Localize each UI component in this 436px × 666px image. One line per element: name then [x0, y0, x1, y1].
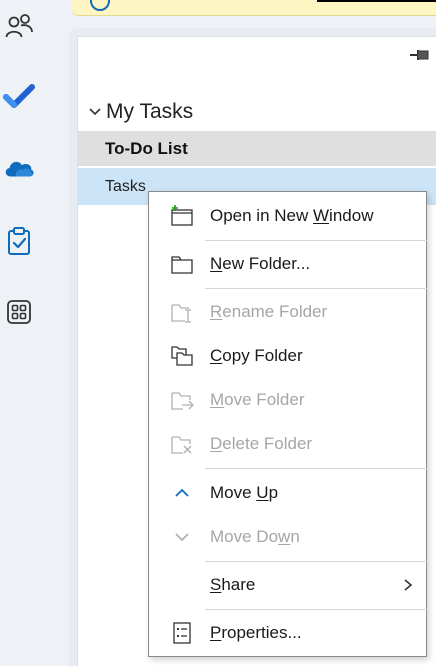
menu-item-move-down[interactable]: Move Down [149, 517, 426, 557]
menu-item-label: Move Up [210, 483, 279, 502]
menu-item-label: Properties... [210, 623, 302, 642]
people-app-button[interactable] [3, 10, 35, 42]
menu-separator [205, 240, 427, 241]
menu-separator [205, 288, 427, 289]
pin-icon[interactable] [408, 45, 432, 65]
move-folder-icon [169, 388, 195, 412]
open-new-window-icon [169, 204, 195, 228]
more-apps-button[interactable] [3, 296, 35, 328]
checkmark-icon [3, 84, 35, 108]
group-label: My Tasks [106, 100, 194, 123]
menu-item-label: Move Down [210, 527, 300, 546]
onedrive-app-button[interactable] [3, 152, 35, 184]
folder-label: Tasks [105, 177, 146, 195]
menu-item-label: Move Folder [210, 390, 305, 409]
rename-folder-icon [169, 300, 195, 324]
cloud-icon [5, 161, 34, 177]
copy-folder-icon [169, 344, 195, 368]
folder-context-menu: Open in New Window New Folder... Rename … [148, 191, 427, 657]
menu-item-label: Rename Folder [210, 302, 328, 321]
chevron-down-icon [169, 525, 195, 549]
folder-label: To-Do List [105, 138, 188, 158]
menu-item-properties[interactable]: Properties... [149, 613, 426, 653]
people-icon [5, 14, 33, 38]
clipboard-check-icon [8, 227, 30, 255]
menu-item-move-folder[interactable]: Move Folder [149, 380, 426, 420]
delete-folder-icon [169, 432, 195, 456]
menu-item-delete-folder[interactable]: Delete Folder [149, 424, 426, 464]
properties-icon [169, 621, 195, 645]
info-circle-icon [90, 0, 110, 11]
menu-item-share[interactable]: Share [149, 565, 426, 605]
tasks-app-button[interactable] [3, 225, 35, 257]
app-rail [0, 0, 40, 666]
menu-item-rename-folder[interactable]: Rename Folder [149, 292, 426, 332]
menu-item-label: Open in New Window [210, 206, 374, 225]
todo-app-button[interactable] [3, 81, 35, 113]
menu-separator [205, 609, 427, 610]
chevron-down-icon [89, 108, 101, 116]
folder-item-todo-list[interactable]: To-Do List [78, 131, 436, 166]
menu-separator [205, 468, 427, 469]
menu-item-label: Share [210, 575, 256, 594]
menu-separator [205, 561, 427, 562]
menu-item-open-new-window[interactable]: Open in New Window [149, 196, 426, 236]
new-folder-icon [169, 252, 195, 276]
menu-item-move-up[interactable]: Move Up [149, 473, 426, 513]
menu-item-label: New Folder... [210, 254, 311, 273]
chevron-up-icon [169, 481, 195, 505]
menu-item-copy-folder[interactable]: Copy Folder [149, 336, 426, 376]
chevron-right-icon [404, 579, 413, 591]
menu-item-new-folder[interactable]: New Folder... [149, 244, 426, 284]
info-banner [71, 0, 436, 16]
my-tasks-group-header[interactable]: My Tasks [88, 100, 193, 124]
apps-grid-icon [7, 300, 31, 324]
menu-item-label: Delete Folder [210, 434, 313, 453]
menu-item-label: Copy Folder [210, 346, 303, 365]
banner-bar [317, 0, 436, 2]
